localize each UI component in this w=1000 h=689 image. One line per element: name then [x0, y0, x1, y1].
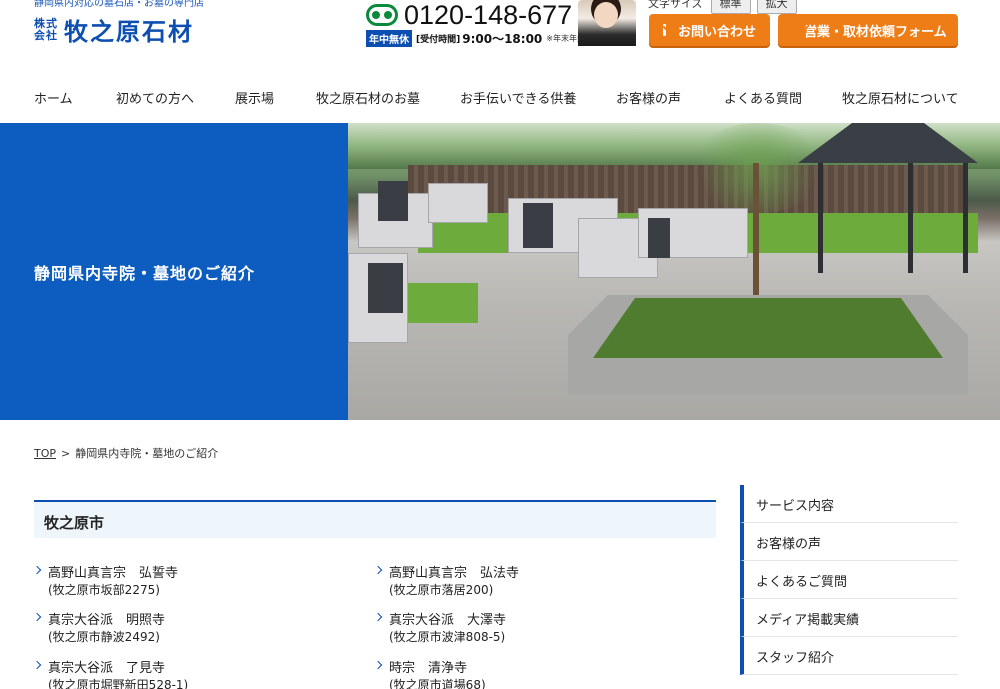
site-tagline: 静岡県内対応の墓石店・お墓の専門店 [34, 0, 204, 9]
nav-faq[interactable]: よくある質問 [724, 88, 802, 107]
chevron-right-icon [373, 660, 383, 670]
section-heading: 牧之原市 [34, 500, 716, 538]
logo-small-bottom: 会社 [34, 28, 58, 42]
temple-address: (牧之原市道場68) [389, 678, 486, 689]
photo-flowerbed-plants [593, 298, 943, 358]
contact-button[interactable]: お問い合わせ [649, 14, 770, 46]
sidebar-item-label: メディア掲載実績 [756, 613, 860, 628]
photo-gravestone [368, 263, 403, 313]
nav-memorial-services[interactable]: お手伝いできる供養 [460, 88, 576, 107]
temple-address: (牧之原市落居200) [389, 583, 494, 597]
sidebar-item-customer-voices[interactable]: お客様の声 [740, 523, 958, 561]
photo-gravestone [648, 218, 670, 258]
sidebar-item-label: スタッフ紹介 [756, 651, 835, 666]
business-hours: 年中無休 [受付時間] 9:00〜18:00 ※年末年始除く [366, 30, 601, 47]
sidebar-item-label: よくあるご質問 [756, 575, 848, 590]
contact-button-label: お問い合わせ [677, 24, 756, 40]
cemetery-photo [348, 123, 1000, 420]
global-nav: ホーム 初めての方へ 展示場 牧之原石材のお墓 お手伝いできる供養 お客様の声 … [0, 82, 1000, 114]
sidebar-item-services[interactable]: サービス内容 [740, 485, 958, 523]
sidebar-item-faq[interactable]: よくあるご質問 [740, 561, 958, 599]
hero-title-panel: 静岡県内寺院・墓地のご紹介 [0, 123, 348, 420]
hours-value: 9:00〜18:00 [462, 32, 543, 46]
site-header: 静岡県内対応の墓石店・お墓の専門店 株式 会社 牧之原石材 0120-148-6… [0, 0, 1000, 70]
temple-name[interactable]: 真宗大谷派 了見寺 [48, 657, 165, 676]
chevron-right-icon [32, 565, 42, 575]
font-size-label: 文字サイズ [648, 0, 703, 10]
temple-name[interactable]: 真宗大谷派 大澤寺 [389, 609, 506, 628]
section-title: 牧之原市 [44, 514, 105, 532]
nav-our-graves[interactable]: 牧之原石材のお墓 [316, 88, 420, 107]
mail-icon [663, 24, 666, 36]
sidebar-item-media[interactable]: メディア掲載実績 [740, 599, 958, 637]
sidebar-item-label: お客様の声 [756, 537, 822, 552]
chevron-right-icon [32, 660, 42, 670]
temple-address: (牧之原市波津808-5) [389, 630, 506, 644]
staff-photo [578, 0, 636, 46]
nav-showroom[interactable]: 展示場 [235, 88, 274, 107]
temple-address: (牧之原市堀野新田528-1) [48, 678, 189, 689]
nav-first-time[interactable]: 初めての方へ [116, 88, 194, 107]
logo-company-type: 株式 会社 [34, 16, 58, 42]
photo-tree-trunk [753, 163, 759, 303]
font-size-large-button[interactable]: 拡大 [756, 0, 797, 14]
phone-number[interactable]: 0120-148-677 [404, 0, 572, 31]
open-all-year-badge: 年中無休 [366, 30, 412, 47]
temple-name[interactable]: 高野山真言宗 弘誓寺 [48, 562, 178, 581]
breadcrumb-separator: > [61, 447, 71, 460]
temple-name[interactable]: 時宗 清浄寺 [389, 657, 467, 676]
breadcrumb-current: 静岡県内寺院・墓地のご紹介 [75, 447, 219, 460]
temple-name[interactable]: 真宗大谷派 明照寺 [48, 609, 165, 628]
chevron-right-icon [32, 612, 42, 622]
nav-about[interactable]: 牧之原石材について [842, 88, 959, 107]
temple-address: (牧之原市坂部2275) [48, 583, 160, 597]
site-logo[interactable]: 株式 会社 牧之原石材 [34, 12, 194, 47]
sidebar-item-staff[interactable]: スタッフ紹介 [740, 637, 958, 675]
photo-gravestone [523, 203, 553, 248]
temple-name[interactable]: 高野山真言宗 弘法寺 [389, 562, 519, 581]
hero-title: 静岡県内寺院・墓地のご紹介 [34, 264, 256, 283]
breadcrumb-top-link[interactable]: TOP [34, 447, 56, 460]
photo-gazebo-post [963, 163, 968, 273]
font-size-standard-button[interactable]: 標準 [710, 0, 751, 14]
sidebar-item-label: サービス内容 [756, 499, 835, 514]
photo-gravestone [378, 181, 408, 221]
business-inquiry-button-label: 営業・取材依頼フォーム [804, 24, 947, 40]
temple-address: (牧之原市静波2492) [48, 630, 160, 644]
chevron-right-icon [373, 565, 383, 575]
photo-gravestone [428, 183, 488, 223]
logo-small-top: 株式 [34, 16, 58, 30]
photo-gazebo-post [908, 163, 913, 273]
nav-home[interactable]: ホーム [34, 88, 73, 107]
business-inquiry-button[interactable]: 営業・取材依頼フォーム [778, 14, 958, 46]
chevron-right-icon [373, 612, 383, 622]
logo-main-text: 牧之原石材 [64, 17, 194, 46]
freedial-icon [366, 4, 398, 26]
hero-banner: 静岡県内寺院・墓地のご紹介 [0, 123, 1000, 420]
photo-gazebo-post [818, 163, 823, 273]
font-size-switcher: 文字サイズ 標準 拡大 [648, 0, 803, 14]
nav-customer-voices[interactable]: お客様の声 [616, 88, 681, 107]
breadcrumb: TOP > 静岡県内寺院・墓地のご紹介 [34, 445, 218, 461]
hours-label: [受付時間] [416, 35, 461, 45]
